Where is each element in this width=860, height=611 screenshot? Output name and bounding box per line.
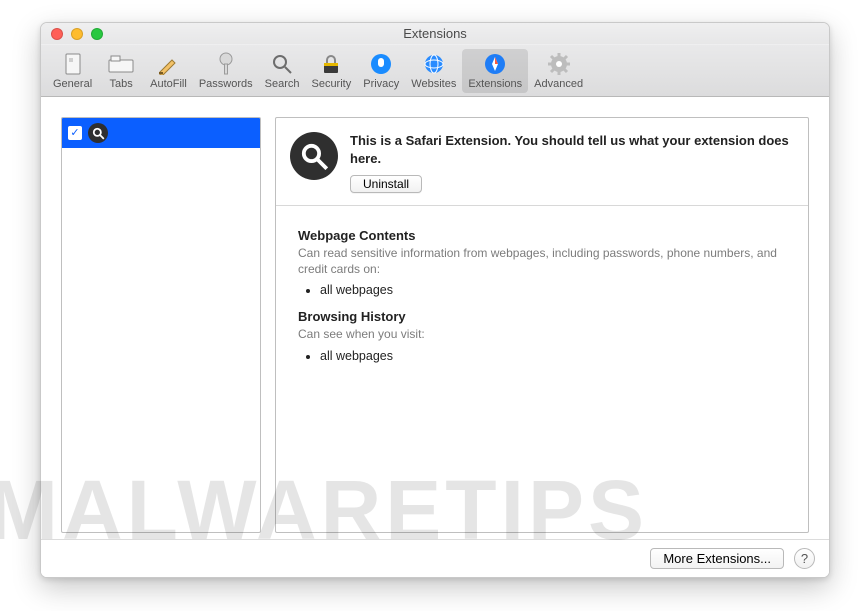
key-icon <box>212 51 240 77</box>
extension-list-item[interactable]: ✓ <box>62 118 260 148</box>
window-title: Extensions <box>49 26 821 41</box>
minimize-window-button[interactable] <box>71 28 83 40</box>
privacy-icon <box>367 51 395 77</box>
tab-label: Privacy <box>363 78 399 90</box>
extension-header: This is a Safari Extension. You should t… <box>276 118 808 206</box>
tab-label: Tabs <box>110 78 133 90</box>
tab-label: Websites <box>411 78 456 90</box>
help-button[interactable]: ? <box>794 548 815 569</box>
tab-general[interactable]: General <box>47 49 98 93</box>
tab-advanced[interactable]: Advanced <box>528 49 589 93</box>
magnifier-icon <box>268 51 296 77</box>
globe-icon <box>420 51 448 77</box>
tab-label: Advanced <box>534 78 583 90</box>
tab-label: General <box>53 78 92 90</box>
permission-title: Browsing History <box>298 309 786 324</box>
permission-item: all webpages <box>320 349 786 363</box>
general-icon <box>59 51 87 77</box>
tab-privacy[interactable]: Privacy <box>357 49 405 93</box>
permission-subtitle: Can read sensitive information from webp… <box>298 245 786 277</box>
tab-passwords[interactable]: Passwords <box>193 49 259 93</box>
extensions-sidebar: ✓ <box>61 117 261 533</box>
tab-label: Search <box>265 78 300 90</box>
preferences-window: Extensions General Tabs AutoFill Passwor… <box>40 22 830 578</box>
close-window-button[interactable] <box>51 28 63 40</box>
tabs-icon <box>107 51 135 77</box>
content-area: ✓ This is a Safari Extension. You should… <box>41 97 829 577</box>
tab-security[interactable]: Security <box>305 49 357 93</box>
tab-label: AutoFill <box>150 78 187 90</box>
tab-label: Passwords <box>199 78 253 90</box>
permission-title: Webpage Contents <box>298 228 786 243</box>
lock-icon <box>317 51 345 77</box>
tab-label: Extensions <box>468 78 522 90</box>
zoom-window-button[interactable] <box>91 28 103 40</box>
tab-extensions[interactable]: Extensions <box>462 49 528 93</box>
tab-autofill[interactable]: AutoFill <box>144 49 193 93</box>
permissions-block: Webpage Contents Can read sensitive info… <box>276 206 808 383</box>
extension-description: This is a Safari Extension. You should t… <box>350 132 794 167</box>
gear-icon <box>545 51 573 77</box>
tab-label: Security <box>311 78 351 90</box>
tab-websites[interactable]: Websites <box>405 49 462 93</box>
extension-enabled-checkbox[interactable]: ✓ <box>68 126 82 140</box>
compass-icon <box>481 51 509 77</box>
tab-search[interactable]: Search <box>259 49 306 93</box>
tab-tabs[interactable]: Tabs <box>98 49 144 93</box>
traffic-lights <box>51 28 103 40</box>
footer-bar: More Extensions... ? <box>41 539 829 577</box>
permission-subtitle: Can see when you visit: <box>298 326 786 342</box>
preferences-toolbar: General Tabs AutoFill Passwords Search <box>41 45 829 97</box>
extension-detail: This is a Safari Extension. You should t… <box>275 117 809 533</box>
search-icon <box>88 123 108 143</box>
permission-item: all webpages <box>320 283 786 297</box>
uninstall-button[interactable]: Uninstall <box>350 175 422 193</box>
autofill-icon <box>154 51 182 77</box>
more-extensions-button[interactable]: More Extensions... <box>650 548 784 569</box>
search-icon <box>290 132 338 180</box>
titlebar: Extensions <box>41 23 829 45</box>
